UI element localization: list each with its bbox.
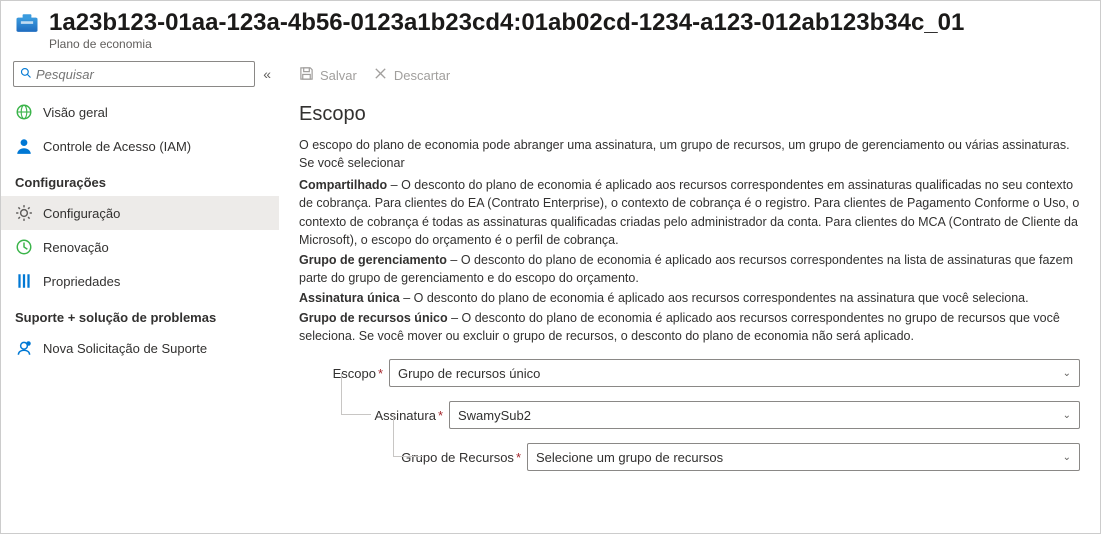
scope-select-value: Grupo de recursos único bbox=[398, 366, 540, 381]
sidebar-item-properties[interactable]: Propriedades bbox=[1, 264, 279, 298]
chevron-down-icon: ⌄ bbox=[1063, 452, 1071, 463]
properties-icon bbox=[15, 272, 33, 290]
subscription-select[interactable]: SwamySub2 ⌄ bbox=[449, 401, 1080, 429]
scope-select[interactable]: Grupo de recursos único ⌄ bbox=[389, 359, 1080, 387]
gear-icon bbox=[15, 204, 33, 222]
resource-group-select-value: Selecione um grupo de recursos bbox=[536, 450, 723, 465]
page-title: 1a23b123-01aa-123a-4b56-0123a1b23cd4:01a… bbox=[49, 9, 964, 37]
collapse-sidebar-button[interactable]: « bbox=[263, 66, 271, 82]
sidebar-item-new-support[interactable]: Nova Solicitação de Suporte bbox=[1, 331, 279, 365]
chevron-down-icon: ⌄ bbox=[1063, 368, 1071, 379]
subscription-field-label: Assinatura* bbox=[299, 408, 449, 423]
sidebar-section-settings: Configurações bbox=[1, 163, 279, 196]
globe-icon bbox=[15, 103, 33, 121]
save-button[interactable]: Salvar bbox=[299, 66, 357, 84]
sidebar-item-label: Nova Solicitação de Suporte bbox=[43, 341, 207, 356]
close-icon bbox=[373, 66, 388, 84]
scope-form: Escopo* Grupo de recursos único ⌄ Assina… bbox=[299, 359, 1080, 471]
main-content: Salvar Descartar Escopo O escopo do plan… bbox=[279, 55, 1100, 531]
sidebar-item-label: Configuração bbox=[43, 206, 120, 221]
sidebar-section-support: Suporte + solução de problemas bbox=[1, 298, 279, 331]
page-header: 1a23b123-01aa-123a-4b56-0123a1b23cd4:01a… bbox=[1, 1, 1100, 55]
resource-group-select[interactable]: Selecione um grupo de recursos ⌄ bbox=[527, 443, 1080, 471]
scope-single: Assinatura única – O desconto do plano d… bbox=[299, 289, 1080, 307]
sidebar-item-label: Controle de Acesso (IAM) bbox=[43, 139, 191, 154]
sidebar-item-iam[interactable]: Controle de Acesso (IAM) bbox=[1, 129, 279, 163]
section-title: Escopo bbox=[299, 103, 1080, 126]
scope-shared: Compartilhado – O desconto do plano de e… bbox=[299, 176, 1080, 249]
sidebar-item-label: Visão geral bbox=[43, 105, 108, 120]
sidebar-item-renewal[interactable]: Renovação bbox=[1, 230, 279, 264]
discard-label: Descartar bbox=[394, 68, 450, 83]
search-input-wrapper[interactable] bbox=[13, 61, 255, 87]
scope-rg: Grupo de recursos único – O desconto do … bbox=[299, 309, 1080, 345]
scope-mg: Grupo de gerenciamento – O desconto do p… bbox=[299, 251, 1080, 287]
clock-icon bbox=[15, 238, 33, 256]
sidebar-item-overview[interactable]: Visão geral bbox=[1, 95, 279, 129]
chevron-down-icon: ⌄ bbox=[1063, 410, 1071, 421]
search-icon bbox=[20, 67, 32, 82]
sidebar-item-configuration[interactable]: Configuração bbox=[1, 196, 279, 230]
discard-button[interactable]: Descartar bbox=[373, 66, 450, 84]
scope-intro: O escopo do plano de economia pode abran… bbox=[299, 136, 1080, 172]
person-icon bbox=[15, 137, 33, 155]
support-icon bbox=[15, 339, 33, 357]
save-icon bbox=[299, 66, 314, 84]
sidebar-item-label: Propriedades bbox=[43, 274, 120, 289]
page-subtitle: Plano de economia bbox=[49, 37, 964, 51]
sidebar-item-label: Renovação bbox=[43, 240, 109, 255]
savings-plan-icon bbox=[13, 9, 41, 37]
search-input[interactable] bbox=[36, 67, 248, 82]
sidebar: « Visão geral Controle de Acesso (IAM) C… bbox=[1, 55, 279, 531]
toolbar: Salvar Descartar bbox=[299, 55, 1080, 95]
subscription-select-value: SwamySub2 bbox=[458, 408, 531, 423]
save-label: Salvar bbox=[320, 68, 357, 83]
